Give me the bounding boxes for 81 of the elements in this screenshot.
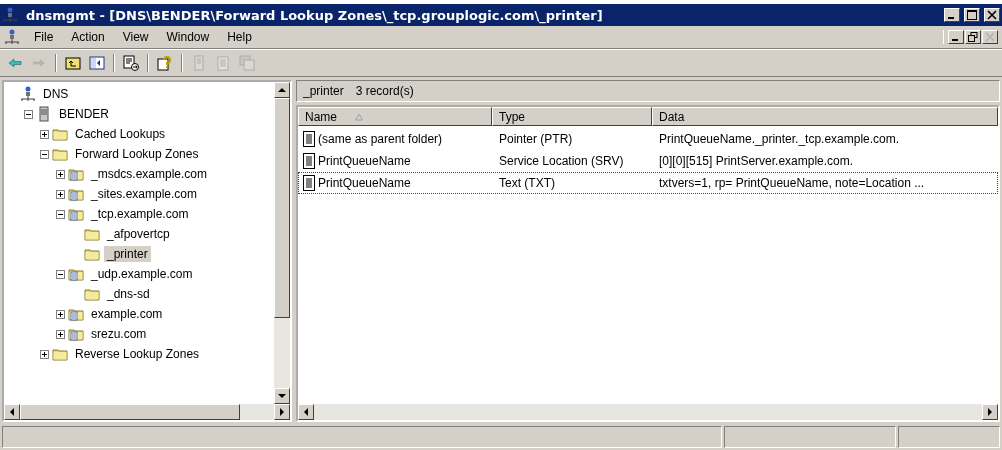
table-cell-text: txtvers=1, rp= PrintQueueName, note=Location ... [658,176,926,190]
menu-item[interactable]: View [114,28,157,46]
tree-item[interactable]: _msdcs.example.com [88,166,211,182]
zone-folder-icon [68,326,84,342]
folder-icon [84,286,100,302]
restore-icon[interactable] [965,30,981,44]
scroll-down-icon[interactable] [274,388,290,404]
tree-item[interactable]: _dns-sd [104,286,153,302]
zone-folder-icon [68,186,84,202]
server-icon [36,106,52,122]
tree-item[interactable]: _printer [104,246,151,262]
folder-icon [84,246,100,262]
scroll-left-icon[interactable] [298,404,314,420]
tree-item[interactable]: _tcp.example.com [88,206,192,222]
scroll-thumb[interactable] [274,98,290,318]
table-cell-text: PrintQueueName._printer._tcp.example.com. [658,132,901,146]
folder-icon [52,126,68,142]
table-row[interactable]: PrintQueueName Text (TXT) txtvers=1, rp= PrintQueueName, note=Location ... [298,172,998,194]
close-icon[interactable] [984,8,1000,22]
record-icon [303,175,315,191]
column-header[interactable]: Name [298,107,492,126]
folder-icon [52,346,68,362]
expand-icon[interactable] [56,329,65,339]
expand-icon[interactable] [56,169,65,179]
tree-item[interactable]: Forward Lookup Zones [72,146,202,162]
tree-item[interactable]: _sites.example.com [88,186,201,202]
table-cell: PrintQueueName [318,154,411,168]
tree-item[interactable]: example.com [88,306,166,322]
expand-icon[interactable] [40,129,49,139]
zone-folder-icon [68,306,84,322]
network-computer-icon [20,86,36,102]
table-cell-text: Service Location (SRV) [498,154,625,168]
tree-item[interactable]: srezu.com [88,326,150,342]
minimize-icon[interactable] [948,30,964,44]
collapse-icon[interactable] [40,149,49,159]
expand-icon[interactable] [56,189,65,199]
menu-item[interactable]: File [26,28,62,46]
expand-icon[interactable] [40,349,49,359]
menu-item[interactable]: Action [63,28,113,46]
table-cell-text: [0][0][515] PrintServer.example.com. [658,154,855,168]
tree-item[interactable]: _afpovertcp [104,226,173,242]
table-row[interactable]: (same as parent folder) Pointer (PTR) PrintQueueName._printer._tcp.example.com. [298,128,998,150]
tree-item[interactable]: Cached Lookups [72,126,169,142]
maximize-icon[interactable] [964,8,980,22]
column-header[interactable]: Type [492,107,652,126]
folder-icon [52,146,68,162]
menu-item[interactable]: Help [219,28,260,46]
tree-item[interactable]: BENDER [56,106,112,122]
column-header[interactable]: Data [652,107,998,126]
record-icon [303,131,315,147]
table-cell: PrintQueueName [318,176,411,190]
expand-icon[interactable] [56,309,65,319]
window-title: dnsmgmt - [DNS\BENDER\Forward Lookup Zones\_tcp.grouplogic.com\_printer] [26,7,604,23]
collapse-icon[interactable] [56,269,65,279]
zone-folder-icon [68,166,84,182]
table-cell-text: Text (TXT) [498,176,556,190]
scroll-up-icon[interactable] [274,82,290,98]
table-row[interactable]: PrintQueueName Service Location (SRV) [0][0][515] PrintServer.example.com. [298,150,998,172]
minimize-icon[interactable] [944,8,960,22]
tree-item[interactable]: DNS [40,86,72,102]
network-computer-icon [2,7,18,23]
scroll-thumb[interactable] [20,404,240,420]
collapse-icon[interactable] [24,109,33,119]
tree-item[interactable]: Reverse Lookup Zones [72,346,203,362]
export-list-icon[interactable] [120,52,142,74]
zone-folder-icon [68,266,84,282]
table-cell: (same as parent folder) [318,132,443,146]
record-icon [303,153,315,169]
table-cell-text: Pointer (PTR) [498,132,574,146]
pane-title: _printer [303,84,344,98]
scroll-left-icon[interactable] [4,404,20,420]
record-count: 3 record(s) [355,84,414,98]
scroll-right-icon[interactable] [274,404,290,420]
zone-folder-icon [68,206,84,222]
close-icon[interactable] [982,30,998,44]
scroll-right-icon[interactable] [982,404,998,420]
network-computer-icon [4,29,20,45]
tree-item[interactable]: _udp.example.com [88,266,196,282]
collapse-icon[interactable] [56,209,65,219]
menu-item[interactable]: Window [158,28,218,46]
folder-icon [84,226,100,242]
